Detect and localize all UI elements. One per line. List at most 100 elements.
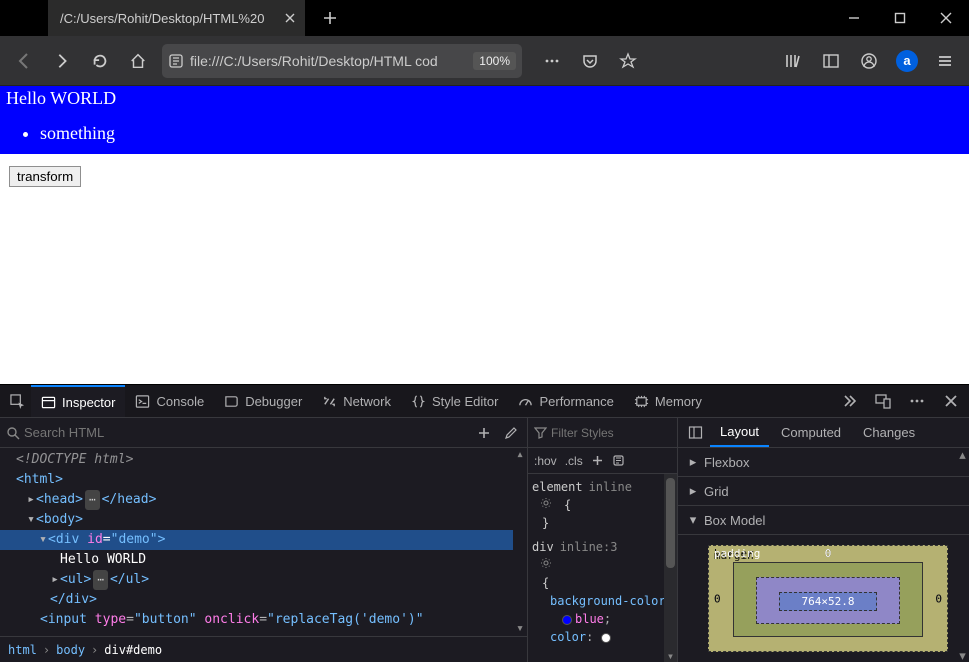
tree-head[interactable]: ▸<head>⋯</head> [0, 490, 527, 510]
scroll-down-icon[interactable]: ▾ [956, 649, 969, 662]
minimize-button[interactable] [831, 0, 877, 36]
tree-doctype[interactable]: <!DOCTYPE html> [0, 450, 527, 470]
scroll-down-icon[interactable]: ▾ [513, 622, 527, 636]
tree-div-demo[interactable]: ▾<div id="demo"> [0, 530, 527, 550]
styles-filter-input[interactable] [551, 426, 671, 440]
twisty-icon[interactable]: ▸ [26, 490, 36, 510]
tree-input[interactable]: <input type="button" onclick="replaceTag… [0, 610, 527, 630]
tree-body[interactable]: ▾<body> [0, 510, 527, 530]
layout-body[interactable]: ▴ ▸Flexbox ▸Grid ▾Box Model margin 0 bor… [678, 448, 969, 662]
layout-tabs: Layout Computed Changes [678, 418, 969, 448]
light-mode-icon[interactable] [612, 454, 625, 467]
tab-console[interactable]: Console [125, 385, 214, 417]
html-search-input[interactable] [24, 425, 469, 440]
page-info-icon[interactable] [168, 53, 184, 69]
scroll-up-icon[interactable]: ▴ [513, 448, 527, 462]
url-bar[interactable]: file:///C:/Users/Rohit/Desktop/HTML cod … [162, 44, 522, 78]
css-prop[interactable]: background-color [550, 594, 666, 608]
tab-layout[interactable]: Layout [710, 418, 769, 447]
rule-source[interactable]: inline:3 [560, 538, 618, 556]
zoom-badge[interactable]: 100% [473, 52, 516, 70]
styles-rules[interactable]: element inline { } div inline:3 { backgr… [528, 474, 677, 662]
more-actions-icon[interactable] [534, 43, 570, 79]
responsive-mode-icon[interactable] [869, 387, 897, 415]
tabs-overflow-icon[interactable] [835, 387, 863, 415]
gear-icon[interactable] [540, 557, 554, 569]
forward-button[interactable] [44, 43, 80, 79]
ellipsis-icon[interactable]: ⋯ [93, 570, 108, 590]
close-window-button[interactable] [923, 0, 969, 36]
bm-margin-left[interactable]: 0 [714, 592, 721, 605]
gear-icon[interactable] [540, 497, 554, 509]
rule-selector[interactable]: element [532, 478, 583, 496]
tab-network[interactable]: Network [312, 385, 401, 417]
devtools-close-icon[interactable] [937, 387, 965, 415]
tab-close-icon[interactable] [283, 11, 297, 25]
twisty-icon[interactable]: ▾ [26, 510, 36, 530]
chevron-down-icon: ▾ [688, 512, 698, 528]
hov-toggle[interactable]: :hov [534, 454, 557, 468]
scrollbar-thumb[interactable] [666, 478, 675, 568]
transform-button[interactable]: transform [9, 166, 81, 187]
crumb-div[interactable]: div#demo [104, 643, 162, 657]
cls-toggle[interactable]: .cls [565, 454, 583, 468]
tree-ul[interactable]: ▸<ul>⋯</ul> [0, 570, 527, 590]
styles-scrollbar[interactable] [664, 474, 677, 662]
section-flexbox[interactable]: ▸Flexbox [678, 448, 969, 477]
browser-tab[interactable]: /C:/Users/Rohit/Desktop/HTML%20 [48, 0, 305, 36]
pocket-icon[interactable] [572, 43, 608, 79]
bm-padding-top[interactable]: 0 [825, 547, 832, 560]
tab-computed[interactable]: Computed [771, 418, 851, 447]
tree-scrollbar[interactable]: ▴ ▾ [513, 448, 527, 636]
tab-style-editor[interactable]: Style Editor [401, 385, 508, 417]
tab-performance[interactable]: Performance [508, 385, 623, 417]
tab-changes[interactable]: Changes [853, 418, 925, 447]
page-viewport[interactable]: Hello WORLD something transform [0, 86, 969, 384]
color-swatch-icon[interactable] [562, 615, 572, 625]
add-element-icon[interactable] [473, 426, 495, 440]
eyedropper-icon[interactable] [499, 426, 521, 440]
back-button[interactable] [6, 43, 42, 79]
reload-button[interactable] [82, 43, 118, 79]
devtools-kebab-icon[interactable] [903, 387, 931, 415]
css-prop[interactable]: color [550, 630, 586, 644]
tree-div-close[interactable]: </div> [0, 590, 527, 610]
html-tree[interactable]: <!DOCTYPE html> <html> ▸<head>⋯</head> ▾… [0, 448, 527, 636]
scroll-down-icon[interactable]: ▾ [664, 649, 677, 662]
maximize-button[interactable] [877, 0, 923, 36]
crumb-body[interactable]: body [56, 643, 85, 657]
sidebar-toggle-icon[interactable] [682, 425, 708, 440]
ellipsis-icon[interactable]: ⋯ [85, 490, 100, 510]
twisty-icon[interactable]: ▸ [50, 570, 60, 590]
chevron-right-icon: › [43, 643, 50, 657]
color-swatch-icon[interactable] [601, 633, 611, 643]
library-icon[interactable] [775, 43, 811, 79]
add-rule-icon[interactable] [591, 454, 604, 467]
rule-selector[interactable]: div [532, 538, 554, 556]
home-button[interactable] [120, 43, 156, 79]
section-grid[interactable]: ▸Grid [678, 477, 969, 506]
tab-debugger[interactable]: Debugger [214, 385, 312, 417]
profile-icon[interactable] [851, 43, 887, 79]
app-menu-icon[interactable] [927, 43, 963, 79]
box-model[interactable]: margin 0 border 0 padding 0 764×52.8 0 [708, 545, 948, 652]
element-picker-icon[interactable] [4, 385, 31, 417]
tab-inspector[interactable]: Inspector [31, 385, 125, 417]
tab-memory[interactable]: Memory [624, 385, 712, 417]
bm-content-size[interactable]: 764×52.8 [779, 592, 877, 611]
tree-html[interactable]: <html> [0, 470, 527, 490]
twisty-icon[interactable]: ▾ [38, 530, 48, 550]
tree-hello-text[interactable]: Hello WORLD [0, 550, 527, 570]
devtools: Inspector Console Debugger Network Style… [0, 384, 969, 662]
sidebar-icon[interactable] [813, 43, 849, 79]
crumb-html[interactable]: html [8, 643, 37, 657]
account-badge[interactable]: a [889, 43, 925, 79]
bookmark-star-icon[interactable] [610, 43, 646, 79]
bm-margin-right[interactable]: 0 [935, 592, 942, 605]
tab-debugger-label: Debugger [245, 394, 302, 409]
css-value[interactable]: blue [575, 612, 604, 626]
scroll-up-icon[interactable]: ▴ [956, 448, 969, 461]
new-tab-button[interactable] [315, 0, 345, 36]
rule-source[interactable]: inline [589, 478, 632, 496]
section-boxmodel[interactable]: ▾Box Model [678, 506, 969, 535]
